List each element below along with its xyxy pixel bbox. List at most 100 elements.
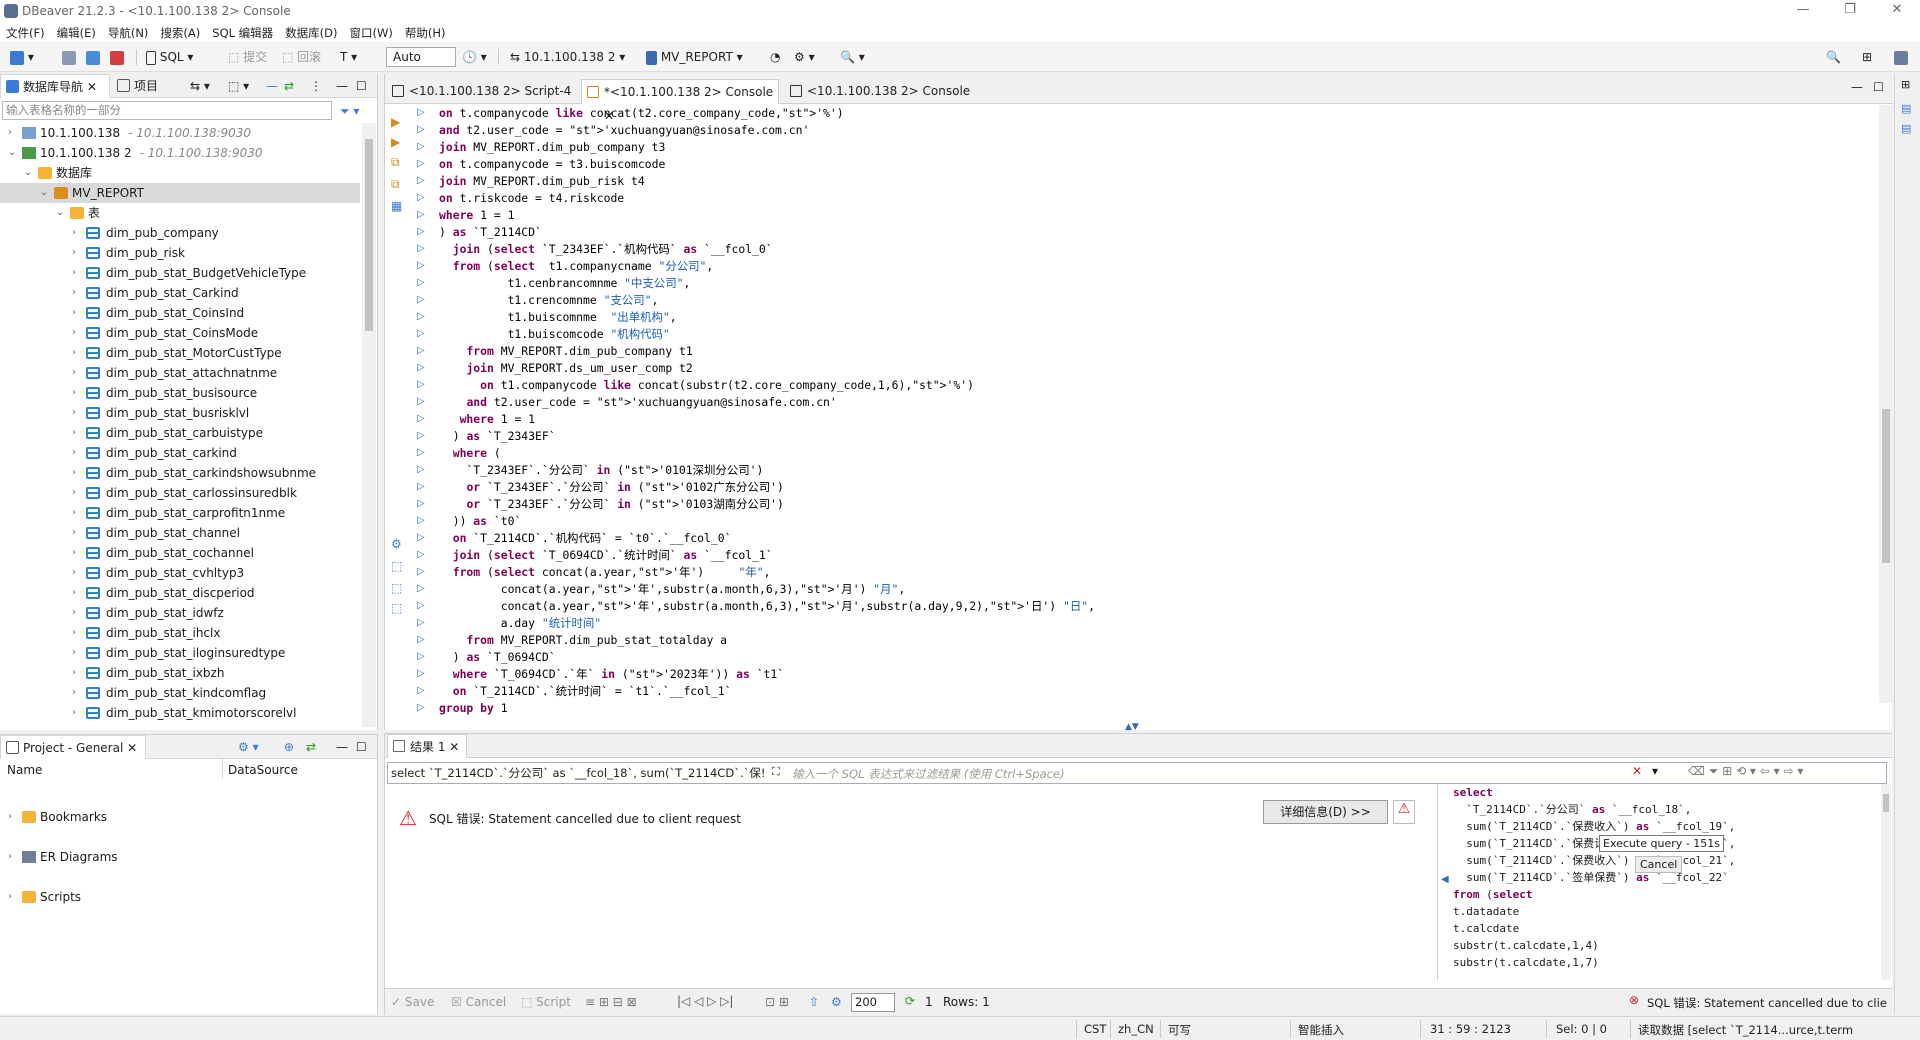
tab-projects[interactable]: 项目 <box>112 74 176 98</box>
table-item[interactable]: › dim_pub_stat_idwfz <box>0 603 360 623</box>
export-icon[interactable]: ⬚ <box>391 559 402 573</box>
format-icon[interactable]: ⬚ <box>391 581 402 595</box>
cancel-button[interactable]: ☒ Cancel <box>451 995 506 1009</box>
fold-marker-icon[interactable]: ▷ <box>417 635 427 645</box>
close-icon[interactable]: ✕ <box>127 741 137 755</box>
project-item-bookmarks[interactable]: › Bookmarks <box>0 807 370 827</box>
menu-search[interactable]: 搜索(A) <box>154 22 206 41</box>
fetch-size-input[interactable]: 200 <box>851 993 895 1012</box>
navigation-icons[interactable]: |◁ ◁ ▷ ▷| <box>677 994 733 1008</box>
fold-marker-icon[interactable]: ▷ <box>417 601 427 611</box>
table-filter-input[interactable]: 输入表格名称的一部分 <box>2 101 332 120</box>
maximize-editor-icon[interactable]: ☐ <box>1873 78 1884 96</box>
fold-marker-icon[interactable]: ▷ <box>417 193 427 203</box>
history-button[interactable]: 🕓 ▾ <box>462 48 487 66</box>
filter-history-icon[interactable]: ▾ <box>1652 764 1658 778</box>
fold-marker-icon[interactable]: ▷ <box>417 516 427 526</box>
sql-preview[interactable]: select `T_2114CD`.`分公司` as `__fcol_18`, … <box>391 765 771 781</box>
tab-console[interactable]: <10.1.100.138 2> Console <box>785 79 975 104</box>
fold-marker-icon[interactable]: ▷ <box>417 618 427 628</box>
fold-marker-icon[interactable]: ▷ <box>417 686 427 696</box>
table-item[interactable]: › dim_pub_risk <box>0 243 360 263</box>
maximize-panel-icon[interactable]: ☐ <box>356 738 367 756</box>
menu-edit[interactable]: 编辑(E) <box>51 22 102 41</box>
fold-marker-icon[interactable]: ▷ <box>417 414 427 424</box>
maximize-button[interactable]: ❐ <box>1835 2 1865 20</box>
table-item[interactable]: › dim_pub_stat_CoinsMode <box>0 323 360 343</box>
table-item[interactable]: › dim_pub_stat_busrisklvl <box>0 403 360 423</box>
cancel-query-button[interactable]: Cancel <box>1635 856 1683 873</box>
connect-button[interactable] <box>62 48 76 66</box>
collapse-icon[interactable]: ⬚ ▾ <box>228 77 249 95</box>
menu-window[interactable]: 窗口(W) <box>344 22 399 41</box>
export-results-icon[interactable]: ⇧ <box>809 995 819 1009</box>
query-text-panel[interactable]: select `T_2114CD`.`分公司` as `__fcol_18`, … <box>1453 784 1873 980</box>
table-item[interactable]: › dim_pub_stat_kindcomflag <box>0 683 360 703</box>
fold-marker-icon[interactable]: ▷ <box>417 397 427 407</box>
minimize-panel-icon[interactable]: — <box>336 77 348 95</box>
table-item[interactable]: › dim_pub_stat_busisource <box>0 383 360 403</box>
fold-marker-icon[interactable]: ▷ <box>417 108 427 118</box>
menu-help[interactable]: 帮助(H) <box>399 22 452 41</box>
rollback-button[interactable]: ⬚ 回滚 <box>282 48 321 66</box>
error-log-icon[interactable]: ⚠ <box>1393 800 1415 824</box>
fold-marker-icon[interactable]: ▷ <box>417 652 427 662</box>
fold-marker-icon[interactable]: ▷ <box>417 329 427 339</box>
table-item[interactable]: › dim_pub_stat_cochannel <box>0 543 360 563</box>
fold-marker-icon[interactable]: ▷ <box>417 533 427 543</box>
menu-file[interactable]: 文件(F) <box>0 22 51 41</box>
editor-vertical-scrollbar[interactable] <box>1879 105 1893 703</box>
execute-script-icon[interactable]: ▶ <box>391 135 400 149</box>
fold-marker-icon[interactable]: ▷ <box>417 312 427 322</box>
query-text-scrollbar[interactable] <box>1881 784 1891 980</box>
table-item[interactable]: › dim_pub_stat_carprofitn1nme <box>0 503 360 523</box>
minimize-panel-icon[interactable]: — <box>336 738 348 756</box>
link-icon[interactable]: ⇄ <box>306 738 316 756</box>
script-button[interactable]: ⬚ Script <box>521 995 571 1009</box>
filter-input[interactable]: 输入一个 SQL 表达式来过滤结果 (使用 Ctrl+Space) <box>792 766 1065 782</box>
table-item[interactable]: › dim_pub_stat_CoinsInd <box>0 303 360 323</box>
fold-marker-icon[interactable]: ▷ <box>417 261 427 271</box>
table-item[interactable]: › dim_pub_stat_discperiod <box>0 583 360 603</box>
close-icon[interactable]: ✕ <box>449 740 459 754</box>
details-button[interactable]: 详细信息(D) >> <box>1263 800 1388 824</box>
fold-marker-icon[interactable]: ▷ <box>417 703 427 713</box>
invalidate-button[interactable] <box>86 48 100 66</box>
load-plan-icon[interactable]: ▦ <box>391 199 402 213</box>
fold-marker-icon[interactable]: ▷ <box>417 380 427 390</box>
tree-schema[interactable]: ⌄ MV_REPORT <box>0 183 360 203</box>
fold-marker-icon[interactable]: ▷ <box>417 210 427 220</box>
table-item[interactable]: › dim_pub_stat_carbuistype <box>0 423 360 443</box>
menu-database[interactable]: 数据库(D) <box>279 22 343 41</box>
column-name-header[interactable]: Name <box>7 763 42 777</box>
new-connection-button[interactable]: ▾ <box>10 48 34 66</box>
menu-sql-editor[interactable]: SQL 编辑器 <box>206 22 279 41</box>
fold-marker-icon[interactable]: ▷ <box>417 669 427 679</box>
close-icon[interactable]: ✕ <box>87 80 97 94</box>
transaction-mode-button[interactable]: T ▾ <box>340 48 357 66</box>
fold-marker-icon[interactable]: ▷ <box>417 550 427 560</box>
view-menu-icon[interactable]: ⋮ <box>310 77 322 95</box>
expand-icon[interactable]: ⛶ <box>772 765 780 779</box>
table-item[interactable]: › dim_pub_stat_carkind <box>0 443 360 463</box>
fold-marker-icon[interactable]: ▷ <box>417 431 427 441</box>
tab-project-general[interactable]: Project - General ✕ <box>0 735 146 759</box>
table-item[interactable]: › dim_pub_stat_kmimotorscorelvl <box>0 703 360 723</box>
filter-toolbar-icons[interactable]: ⌫ ⏷ ⊞ ⟲ ▾ ⇦ ▾ ⇨ ▾ <box>1688 764 1803 779</box>
table-item[interactable]: › dim_pub_company <box>0 223 360 243</box>
tools-button[interactable]: ⚙ ▾ <box>794 48 815 66</box>
table-item[interactable]: › dim_pub_stat_ihclx <box>0 623 360 643</box>
auto-commit-combo[interactable]: Auto <box>386 47 456 67</box>
tree-tables-folder[interactable]: ⌄ 表 <box>0 203 360 223</box>
results-settings-icon[interactable]: ⚙ <box>831 995 842 1009</box>
outline-icon[interactable]: ⬚ <box>391 601 402 615</box>
fold-marker-icon[interactable]: ▷ <box>417 465 427 475</box>
fold-marker-icon[interactable]: ▷ <box>417 584 427 594</box>
explain-plan-icon[interactable]: ⧉ <box>391 177 400 192</box>
active-schema-selector[interactable]: MV_REPORT ▾ <box>646 48 743 66</box>
sql-code-area[interactable]: on t.companycode like concat(t2.core_com… <box>439 105 1829 717</box>
add-icon[interactable]: ⊕ <box>284 738 294 756</box>
disconnect-button[interactable] <box>110 48 124 66</box>
table-item[interactable]: › dim_pub_stat_BudgetVehicleType <box>0 263 360 283</box>
restore-icon[interactable]: ⊞ <box>1901 78 1910 91</box>
